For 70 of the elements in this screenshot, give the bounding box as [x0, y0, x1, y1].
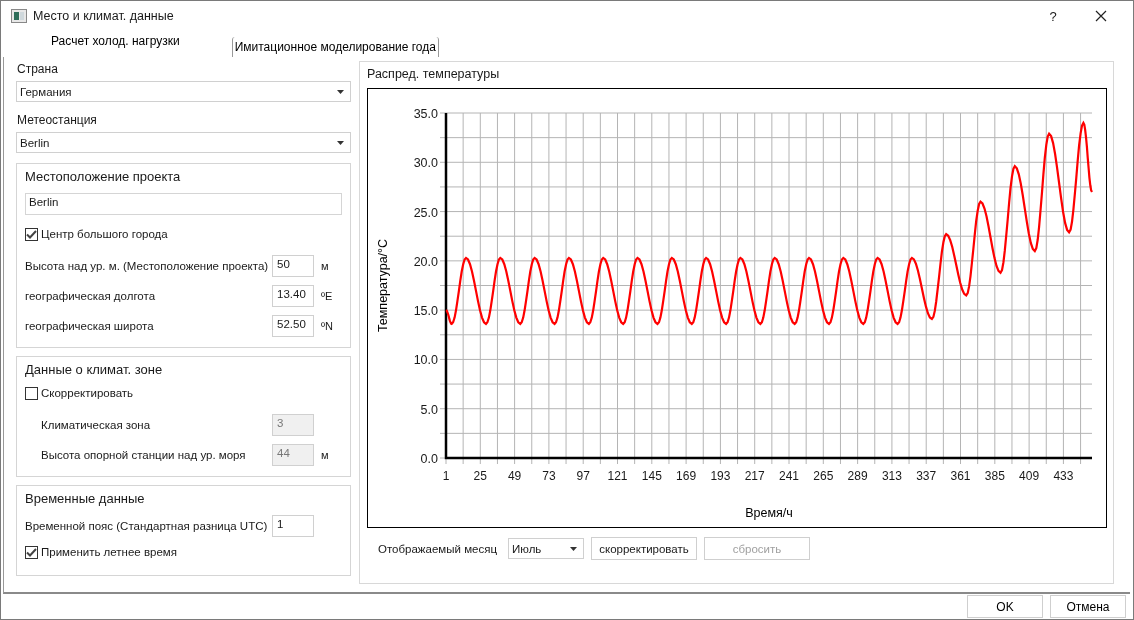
- app-icon: [11, 9, 27, 23]
- x-tick-label: 337: [916, 469, 937, 483]
- y-tick-label: 15.0: [413, 304, 438, 319]
- field-label: географическая широта: [25, 320, 155, 332]
- field-label: Высота опорной станции над ур. моря: [41, 449, 247, 461]
- x-tick-label: 1: [442, 469, 450, 483]
- check-icon: [26, 547, 37, 557]
- x-tick-label: 361: [950, 469, 971, 483]
- y-tick-label: 20.0: [413, 254, 438, 269]
- checkbox[interactable]: Скорректировать: [25, 382, 342, 404]
- x-tick-label: 433: [1053, 469, 1074, 483]
- location-name-field[interactable]: Berlin: [25, 193, 342, 215]
- country-dropdown[interactable]: Германия: [16, 81, 351, 102]
- station-dropdown[interactable]: Berlin: [16, 132, 351, 153]
- x-tick-label: 145: [641, 469, 662, 483]
- x-tick-label: 193: [710, 469, 731, 483]
- input-field[interactable]: 50: [272, 255, 314, 277]
- country-label: Страна: [16, 61, 59, 78]
- check-icon: [26, 229, 37, 239]
- x-tick-label: 241: [779, 469, 799, 483]
- field-label: Климатическая зона: [41, 419, 152, 431]
- x-tick-label: 73: [542, 469, 556, 483]
- y-axis-title: Температура/°C: [376, 238, 390, 333]
- action-button[interactable]: скорректировать: [591, 537, 697, 560]
- window-title: Место и климат. данные: [33, 9, 175, 23]
- month-label: Отображаемый месяц: [378, 542, 497, 555]
- unit-label: м: [321, 449, 329, 461]
- month-dropdown[interactable]: Июль: [508, 538, 584, 559]
- field-label: Временной пояс (Стандартная разница UTC): [25, 520, 269, 532]
- input-field[interactable]: 13.40: [272, 285, 314, 307]
- field-label: Высота над ур. м. (Местоположение проекта): [25, 260, 270, 272]
- x-tick-label: 385: [984, 469, 1005, 483]
- checkbox[interactable]: Применить летнее время: [25, 541, 342, 563]
- unit-label: ºE: [321, 290, 333, 302]
- close-icon: [1095, 10, 1107, 22]
- y-tick-label: 25.0: [413, 205, 438, 220]
- x-axis-title: Время/ч: [745, 506, 793, 520]
- x-tick-label: 25: [473, 469, 487, 483]
- caret-icon: [337, 140, 344, 145]
- dialog-button[interactable]: OK: [967, 595, 1043, 618]
- caret-icon: [337, 89, 344, 94]
- y-tick-label: 0.0: [420, 452, 438, 466]
- x-tick-label: 97: [576, 469, 590, 483]
- x-tick-label: 49: [507, 469, 522, 483]
- x-tick-label: 265: [813, 469, 834, 483]
- unit-label: ºN: [321, 320, 333, 332]
- checkbox[interactable]: Центр большого города: [25, 223, 342, 245]
- group-title: Данные о климат. зоне: [25, 361, 164, 379]
- y-tick-label: 10.0: [413, 353, 438, 368]
- x-tick-label: 121: [607, 469, 628, 483]
- input-field[interactable]: 1: [272, 515, 314, 537]
- x-tick-label: 289: [847, 469, 868, 483]
- x-tick-label: 169: [676, 469, 697, 483]
- input-field[interactable]: 52.50: [272, 315, 314, 337]
- unit-label: м: [321, 260, 329, 272]
- x-tick-label: 313: [881, 469, 902, 483]
- y-tick-label: 5.0: [420, 402, 438, 417]
- tab[interactable]: Имитационное моделирование года: [231, 37, 439, 57]
- dialog-button[interactable]: Отмена: [1050, 595, 1126, 618]
- x-tick-label: 217: [744, 469, 765, 483]
- field-label: географическая долгота: [25, 290, 157, 302]
- x-tick-label: 409: [1019, 469, 1040, 483]
- panel-title: Распред. температуры: [367, 66, 501, 83]
- y-tick-label: 30.0: [413, 156, 438, 171]
- group-title: Временные данные: [25, 490, 146, 508]
- group-title: Местоположение проекта: [25, 168, 182, 186]
- help-button[interactable]: ?: [1033, 8, 1073, 24]
- station-label: Метеостанция: [16, 112, 98, 129]
- caret-icon: [570, 546, 577, 551]
- y-tick-label: 35.0: [413, 107, 438, 121]
